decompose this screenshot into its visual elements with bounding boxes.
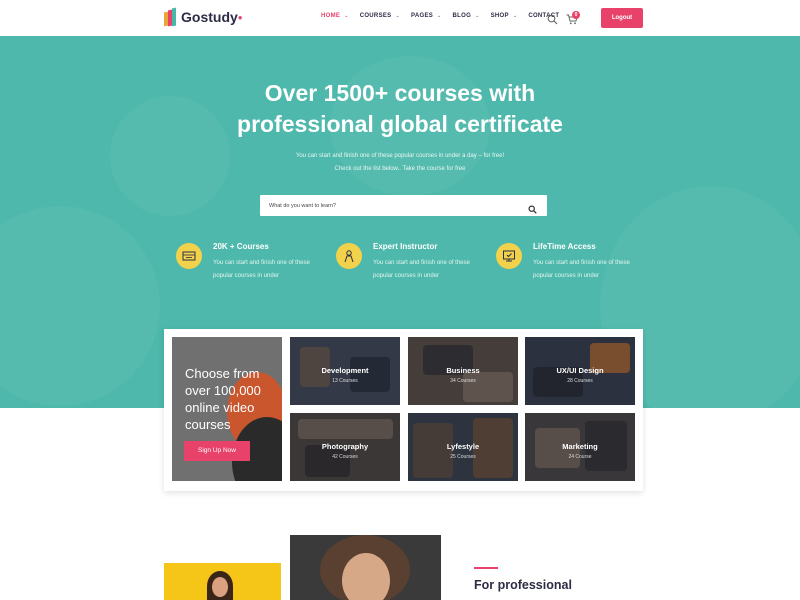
category-count: 42 Courses — [332, 454, 358, 460]
hero-bg-shape — [0, 206, 160, 406]
nav-item-label: PAGES — [410, 13, 434, 19]
category-name: Lyfestyle — [446, 442, 480, 451]
signup-promo-card: Choose from over 100,000 online video co… — [172, 337, 282, 481]
photo-figure-shape — [342, 553, 390, 600]
category-count: 34 Courses — [450, 378, 476, 384]
category-count: 25 Courses — [450, 454, 476, 460]
course-categories-panel: Choose from over 100,000 online video co… — [164, 329, 643, 491]
section-heading: For professional — [474, 578, 572, 592]
logo-dot-icon: ● — [237, 12, 243, 22]
sign-up-button[interactable]: Sign Up Now — [184, 441, 250, 461]
hero-title: Over 1500+ courses with professional glo… — [237, 80, 563, 137]
logo-mark-icon — [164, 7, 178, 27]
feature-text: You can start and finish one of these po… — [373, 260, 470, 279]
chevron-down-icon: ⌄ — [395, 13, 400, 19]
section-accent-line — [474, 567, 498, 569]
category-name: Development — [321, 366, 369, 375]
feature-text: You can start and finish one of these po… — [533, 260, 630, 279]
instructor-icon — [336, 243, 362, 269]
chevron-down-icon: ⌄ — [512, 13, 518, 19]
nav-item-pages[interactable]: PAGES ⌄ — [411, 13, 442, 19]
category-tile-photography[interactable]: Photography 42 Courses — [290, 413, 400, 481]
nav-item-label: SHOP — [490, 13, 509, 19]
category-tile-ux-ui-design[interactable]: UX/UI Design 28 Courses — [525, 337, 635, 405]
course-search-box — [260, 195, 547, 216]
chevron-down-icon: ⌄ — [344, 13, 349, 19]
brand-name: Gostudy — [181, 9, 238, 25]
category-name: UX/UI Design — [556, 366, 604, 375]
brand-logo[interactable]: Gostudy ● — [164, 7, 243, 27]
category-name: Marketing — [562, 442, 598, 451]
top-navbar: Gostudy ● HOME ⌄ COURSES ⌄ PAGES ⌄ BLOG … — [0, 0, 800, 36]
category-count: 28 Courses — [567, 378, 593, 384]
nav-item-label: BLOG — [452, 13, 472, 19]
nav-item-blog[interactable]: BLOG ⌄ — [453, 13, 480, 19]
feature-title: 20K + Courses — [213, 242, 269, 251]
search-icon[interactable] — [547, 12, 558, 25]
feature-text: You can start and finish one of these po… — [213, 260, 310, 279]
chevron-down-icon: ⌄ — [475, 13, 480, 19]
logout-button[interactable]: Logout — [601, 8, 643, 28]
feature-courses: 20K + Courses You can start and finish o… — [176, 242, 326, 292]
student-photo — [290, 535, 441, 600]
hero-subtitle: You can start and finish one of these po… — [295, 153, 505, 172]
category-count: 13 Courses — [332, 378, 358, 384]
feature-lifetime-access: LifeTime Access You can start and finish… — [496, 242, 646, 292]
category-tile-development[interactable]: Development 13 Courses — [290, 337, 400, 405]
feature-title: LifeTime Access — [533, 242, 596, 251]
nav-item-home[interactable]: HOME ⌄ — [321, 13, 349, 19]
promo-text: Choose from over 100,000 online video co… — [185, 366, 261, 432]
feature-instructor: Expert Instructor You can start and fini… — [336, 242, 486, 292]
cart-count-badge: 0 — [572, 11, 580, 19]
feature-title: Expert Instructor — [373, 242, 438, 251]
nav-item-label: COURSES — [359, 13, 392, 19]
courses-icon — [176, 243, 202, 269]
category-tile-business[interactable]: Business 34 Courses — [408, 337, 518, 405]
course-search-input[interactable] — [269, 195, 519, 216]
category-name: Business — [446, 366, 480, 375]
chevron-down-icon: ⌄ — [437, 13, 442, 19]
nav-item-shop[interactable]: SHOP ⌄ — [491, 13, 518, 19]
nav-item-label: HOME — [321, 13, 341, 19]
nav-item-courses[interactable]: COURSES ⌄ — [360, 13, 400, 19]
search-icon[interactable] — [528, 201, 537, 214]
category-tile-marketing[interactable]: Marketing 24 Course — [525, 413, 635, 481]
lifetime-access-icon — [496, 243, 522, 269]
category-tile-lifestyle[interactable]: Lyfestyle 25 Courses — [408, 413, 518, 481]
main-menu: HOME ⌄ COURSES ⌄ PAGES ⌄ BLOG ⌄ SHOP ⌄ C… — [321, 13, 570, 19]
photo-figure-shape — [212, 577, 228, 597]
category-count: 24 Course — [568, 454, 592, 460]
category-name: Photography — [321, 442, 369, 451]
instructor-photo-yellow — [164, 563, 281, 600]
